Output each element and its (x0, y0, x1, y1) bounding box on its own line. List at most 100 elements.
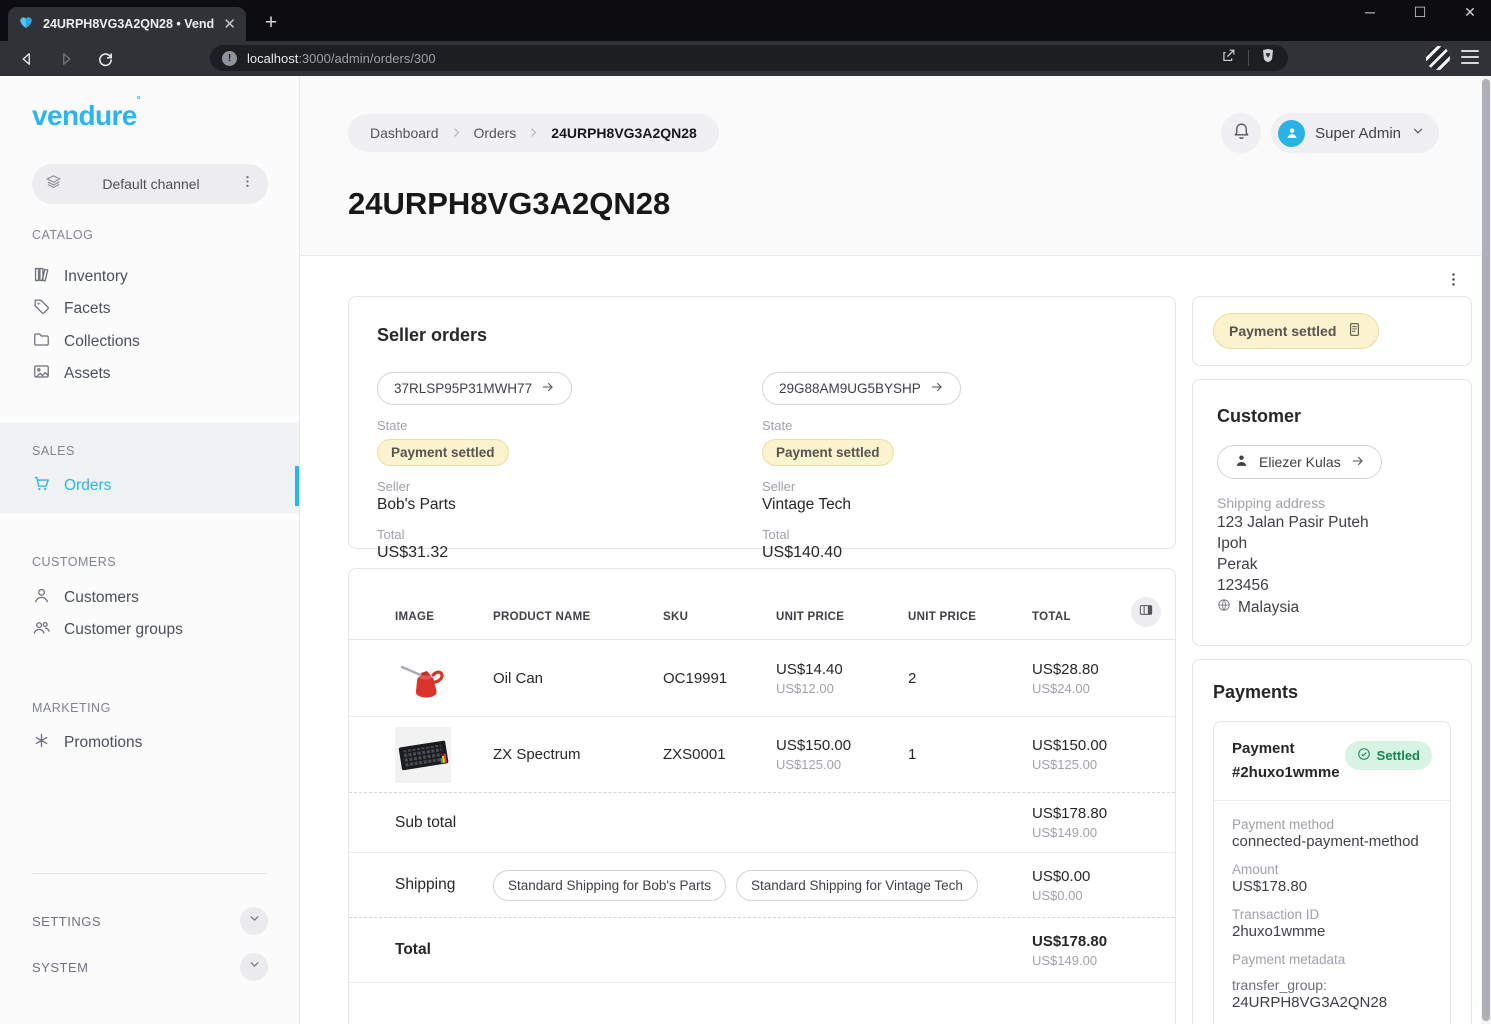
history-journal-icon[interactable] (1346, 321, 1363, 341)
address-line: 123 Jalan Pasir Puteh (1217, 514, 1447, 532)
table-footer (349, 982, 1175, 1024)
cart-icon (32, 474, 51, 498)
channel-label: Default channel (62, 176, 240, 192)
close-button[interactable]: ✕ (1463, 4, 1477, 21)
url-text: localhost:3000/admin/orders/300 (247, 51, 436, 66)
page-scrollbar[interactable] (1481, 76, 1491, 1024)
shipping-row: Shipping Standard Shipping for Bob's Par… (349, 852, 1175, 917)
scrollbar-thumb[interactable] (1482, 79, 1490, 1021)
subtotal-label: Sub total (395, 814, 1032, 832)
sidebar-divider (32, 873, 267, 874)
subtotal-value: US$178.80 US$149.00 (1032, 805, 1151, 840)
metadata-key: transfer_group: (1232, 977, 1432, 993)
address-line: 123456 (1217, 577, 1447, 595)
browser-tabstrip: 24URPH8VG3A2QN28 • Vendure ✕ + ─ ☐ ✕ (0, 0, 1491, 41)
address-country: Malaysia (1238, 599, 1299, 617)
sidebar-item-promotions[interactable]: Promotions (32, 730, 142, 756)
sidebar-item-customer-groups[interactable]: Customer groups (32, 617, 183, 643)
seller-label: Seller (377, 479, 762, 494)
sidebar-item-facets[interactable]: Facets (32, 296, 111, 322)
image-icon (32, 362, 51, 386)
customer-name: Eliezer Kulas (1259, 454, 1341, 470)
shipping-value: US$0.00 US$0.00 (1032, 868, 1151, 903)
sidebar-item-assets[interactable]: Assets (32, 361, 111, 387)
sidebar: vendure° Default channel CATALOG Invento… (0, 76, 300, 1024)
seller-total: US$140.40 (762, 544, 1147, 562)
line-total-cell: US$28.80 US$24.00 (1032, 661, 1151, 696)
tab-close-icon[interactable]: ✕ (223, 17, 236, 32)
browser-profile-avatar[interactable] (1425, 45, 1451, 71)
seller-label: Seller (762, 479, 1147, 494)
seller-orders-title: Seller orders (377, 325, 1147, 346)
payment-method-label: Payment method (1232, 817, 1432, 832)
chevron-down-icon (1411, 124, 1425, 143)
seller-order-link[interactable]: 29G88AM9UG5BYSHP (762, 372, 961, 405)
sidebar-item-inventory[interactable]: Inventory (32, 264, 128, 290)
amount-label: Amount (1232, 862, 1432, 877)
layers-icon (45, 173, 62, 195)
brave-shield-icon[interactable] (1260, 47, 1276, 69)
vendure-logo[interactable]: vendure° (32, 100, 140, 132)
arrow-right-icon (930, 380, 944, 397)
breadcrumb-orders[interactable]: Orders (474, 125, 517, 141)
arrow-right-icon (541, 380, 555, 397)
customer-link[interactable]: Eliezer Kulas (1217, 445, 1382, 479)
transaction-id-value: 2huxo1wmme (1232, 923, 1432, 940)
forward-button[interactable] (53, 46, 79, 72)
back-button[interactable] (14, 46, 40, 72)
browser-window: 24URPH8VG3A2QN28 • Vendure ✕ + ─ ☐ ✕ ! l… (0, 0, 1491, 1024)
customer-title: Customer (1217, 406, 1447, 427)
product-image (395, 650, 493, 706)
main-area: Dashboard Orders 24URPH8VG3A2QN28 Super … (300, 76, 1491, 1024)
shipping-address-label: Shipping address (1217, 495, 1447, 511)
site-info-icon[interactable]: ! (222, 51, 237, 66)
state-label: State (377, 418, 762, 433)
share-icon[interactable] (1220, 47, 1237, 69)
browser-tab[interactable]: 24URPH8VG3A2QN28 • Vendure ✕ (8, 7, 246, 41)
column-settings-button[interactable] (1131, 597, 1161, 627)
user-menu[interactable]: Super Admin (1271, 113, 1439, 153)
total-value: US$178.80 US$149.00 (1032, 933, 1151, 968)
sidebar-item-customers[interactable]: Customers (32, 585, 139, 611)
minimize-button[interactable]: ─ (1363, 4, 1377, 21)
asterisk-icon (32, 731, 51, 755)
col-header-unit-price: UNIT PRICE (776, 611, 908, 623)
browser-menu-icon[interactable] (1461, 50, 1479, 64)
system-expand-button[interactable] (240, 953, 268, 981)
order-state-badge: Payment settled (1213, 313, 1379, 349)
reload-button[interactable] (92, 46, 118, 72)
channel-kebab-icon[interactable] (240, 174, 255, 194)
section-title-system: SYSTEM (32, 960, 88, 975)
section-title-sales: SALES (32, 444, 75, 458)
tab-title: 24URPH8VG3A2QN28 • Vendure (43, 17, 214, 31)
subtotal-row: Sub total US$178.80 US$149.00 (349, 792, 1175, 852)
address-line: Perak (1217, 556, 1447, 574)
content-area: Seller orders 37RLSP95P31MWH77 State Pay… (300, 256, 1491, 1024)
sidebar-item-orders[interactable]: Orders (32, 473, 111, 499)
payment-id-heading: Payment #2huxo1wmme (1232, 737, 1340, 785)
total-row: Total US$178.80 US$149.00 (349, 917, 1175, 982)
maximize-button[interactable]: ☐ (1413, 4, 1427, 21)
product-image (395, 727, 493, 783)
chevron-right-icon (528, 125, 539, 141)
active-item-indicator (295, 466, 299, 506)
sidebar-item-collections[interactable]: Collections (32, 329, 140, 355)
product-sku: OC19991 (663, 670, 776, 687)
settings-expand-button[interactable] (240, 907, 268, 935)
col-header-image: IMAGE (395, 611, 493, 623)
amount-value: US$178.80 (1232, 878, 1432, 895)
new-tab-button[interactable]: + (258, 10, 284, 36)
notifications-button[interactable] (1221, 113, 1261, 153)
page-actions-kebab-icon[interactable] (1441, 267, 1465, 291)
payment-method-value: connected-payment-method (1232, 833, 1432, 850)
breadcrumb-dashboard[interactable]: Dashboard (370, 125, 439, 141)
table-row: ZX Spectrum ZXS0001 US$150.00 US$125.00 … (349, 716, 1175, 792)
quantity-cell: 2 (908, 670, 1032, 687)
seller-order-link[interactable]: 37RLSP95P31MWH77 (377, 372, 572, 405)
channel-selector[interactable]: Default channel (32, 164, 268, 204)
table-header-row: IMAGE PRODUCT NAME SKU UNIT PRICE UNIT P… (349, 569, 1175, 640)
total-label: Total (762, 527, 1147, 542)
toolbar-divider (1248, 50, 1249, 66)
sales-section: SALES Orders (0, 423, 299, 513)
url-bar[interactable]: ! localhost:3000/admin/orders/300 (210, 45, 1288, 71)
